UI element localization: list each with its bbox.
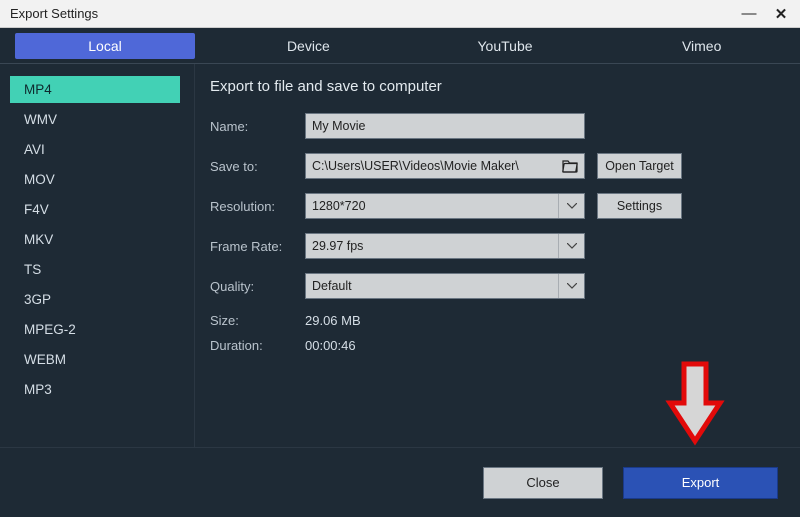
export-button[interactable]: Export bbox=[623, 467, 778, 499]
saveto-label: Save to: bbox=[210, 159, 305, 174]
close-window-button[interactable]: ✕ bbox=[772, 5, 790, 23]
format-item-mov[interactable]: MOV bbox=[10, 166, 180, 193]
format-sidebar: MP4 WMV AVI MOV F4V MKV TS 3GP MPEG-2 WEBM MP3 bbox=[0, 64, 195, 447]
format-item-webm[interactable]: WEBM bbox=[10, 346, 180, 373]
chevron-down-icon bbox=[558, 274, 584, 298]
tab-device[interactable]: Device bbox=[210, 28, 407, 63]
resolution-select[interactable]: 1280*720 bbox=[305, 193, 585, 219]
format-item-wmv[interactable]: WMV bbox=[10, 106, 180, 133]
duration-label: Duration: bbox=[210, 338, 305, 353]
window-controls: — ✕ bbox=[740, 5, 790, 23]
format-item-mpeg-2[interactable]: MPEG-2 bbox=[10, 316, 180, 343]
tab-local[interactable]: Local bbox=[0, 28, 210, 63]
settings-button[interactable]: Settings bbox=[597, 193, 682, 219]
name-input[interactable] bbox=[305, 113, 585, 139]
framerate-select[interactable]: 29.97 fps bbox=[305, 233, 585, 259]
tab-vimeo[interactable]: Vimeo bbox=[603, 28, 800, 63]
browse-folder-icon[interactable] bbox=[560, 156, 580, 176]
tab-bar: Local Device YouTube Vimeo bbox=[0, 28, 800, 64]
main-panel: Export to file and save to computer Name… bbox=[195, 64, 800, 447]
framerate-label: Frame Rate: bbox=[210, 239, 305, 254]
name-label: Name: bbox=[210, 119, 305, 134]
format-item-ts[interactable]: TS bbox=[10, 256, 180, 283]
saveto-input[interactable]: C:\Users\USER\Videos\Movie Maker\ bbox=[305, 153, 585, 179]
format-item-mp4[interactable]: MP4 bbox=[10, 76, 180, 103]
close-button[interactable]: Close bbox=[483, 467, 603, 499]
quality-select[interactable]: Default bbox=[305, 273, 585, 299]
title-bar: Export Settings — ✕ bbox=[0, 0, 800, 28]
chevron-down-icon bbox=[558, 194, 584, 218]
chevron-down-icon bbox=[558, 234, 584, 258]
quality-label: Quality: bbox=[210, 279, 305, 294]
duration-value: 00:00:46 bbox=[305, 338, 356, 353]
format-item-3gp[interactable]: 3GP bbox=[10, 286, 180, 313]
open-target-button[interactable]: Open Target bbox=[597, 153, 682, 179]
minimize-button[interactable]: — bbox=[740, 5, 758, 23]
saveto-value: C:\Users\USER\Videos\Movie Maker\ bbox=[312, 159, 519, 173]
size-value: 29.06 MB bbox=[305, 313, 361, 328]
format-item-mkv[interactable]: MKV bbox=[10, 226, 180, 253]
format-item-mp3[interactable]: MP3 bbox=[10, 376, 180, 403]
tab-youtube[interactable]: YouTube bbox=[407, 28, 604, 63]
size-label: Size: bbox=[210, 313, 305, 328]
format-item-f4v[interactable]: F4V bbox=[10, 196, 180, 223]
panel-heading: Export to file and save to computer bbox=[210, 78, 780, 95]
bottom-bar: Close Export bbox=[0, 447, 800, 517]
format-item-avi[interactable]: AVI bbox=[10, 136, 180, 163]
resolution-label: Resolution: bbox=[210, 199, 305, 214]
window-title: Export Settings bbox=[10, 6, 98, 21]
